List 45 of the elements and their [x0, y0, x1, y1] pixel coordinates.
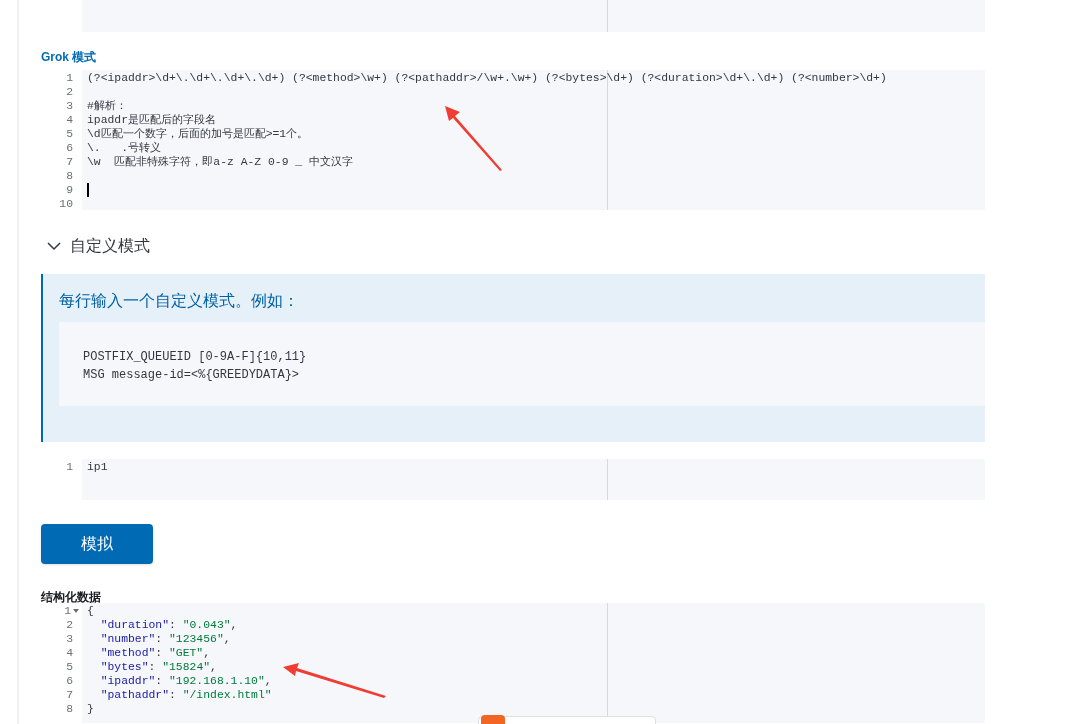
- code-editor[interactable]: [41, 70, 985, 210]
- code-line: {: [87, 604, 94, 618]
- line-number: 8: [66, 169, 73, 183]
- chevron-icon: [47, 241, 61, 251]
- line-number: 3: [66, 632, 73, 646]
- line-number: 9: [66, 183, 73, 197]
- line-number: 2: [66, 618, 73, 632]
- grok-label: Grok 模式: [41, 49, 97, 65]
- code-line: "bytes": "15824",: [99, 660, 217, 674]
- line-number: 6: [66, 141, 73, 155]
- line-number: 2: [66, 85, 73, 99]
- line-number: 10: [59, 197, 73, 211]
- line-number: 1: [66, 460, 73, 474]
- code-line: #解析：: [87, 99, 127, 113]
- line-number: 6: [66, 674, 73, 688]
- code-line: }: [87, 702, 94, 716]
- code-line: POSTFIX_QUEUEID [0-9A-F]{10,11}: [83, 349, 307, 366]
- line-number: 1: [66, 71, 73, 85]
- line-number: 1: [64, 604, 71, 618]
- code-editor[interactable]: 1 ip1: [41, 459, 985, 500]
- fold-icon[interactable]: [73, 608, 79, 614]
- code-line: \w 匹配非特殊字符，即a-z A-Z 0-9 _ 中文汉字: [87, 155, 354, 169]
- line-number: 7: [66, 155, 73, 169]
- code-line: "ipaddr": "192.168.1.10",: [99, 674, 272, 688]
- output-label: 结构化数据: [41, 589, 101, 605]
- code-line: "pathaddr": "/index.html": [99, 688, 272, 702]
- code-line: ip1: [87, 460, 108, 474]
- simulate-button[interactable]: 模拟: [41, 524, 153, 564]
- line-number: 5: [66, 660, 73, 674]
- line-number: 5: [66, 127, 73, 141]
- code-line: ipaddr是匹配后的字段名: [87, 113, 216, 127]
- code-line: "number": "123456",: [99, 632, 231, 646]
- code-line: (?<ipaddr>\d+\.\d+\.\d+\.\d+) (?<method>\w+) (?<pathaddr>/\w+.\w+) (?<bytes>\d+) (?<duration>\d+\.\d+) (?<number>\d+): [87, 71, 887, 85]
- code-line: "duration": "0.043",: [99, 618, 238, 632]
- line-number: 7: [66, 688, 73, 702]
- line-number: 4: [66, 113, 73, 127]
- callout-title: 每行输入一个自定义模式。例如：: [59, 291, 299, 311]
- line-number: 8: [66, 702, 73, 716]
- collapse-toggle[interactable]: 自定义模式: [41, 235, 150, 257]
- code-line: MSG message-id=<%{GREEDYDATA}>: [83, 367, 300, 384]
- code-line: "method": "GET",: [99, 646, 211, 660]
- code-line: \. .号转义: [87, 141, 161, 155]
- line-number: 4: [66, 646, 73, 660]
- code-line: \d匹配一个数字，后面的加号是匹配>=1个。: [87, 127, 309, 141]
- line-number: 3: [66, 99, 73, 113]
